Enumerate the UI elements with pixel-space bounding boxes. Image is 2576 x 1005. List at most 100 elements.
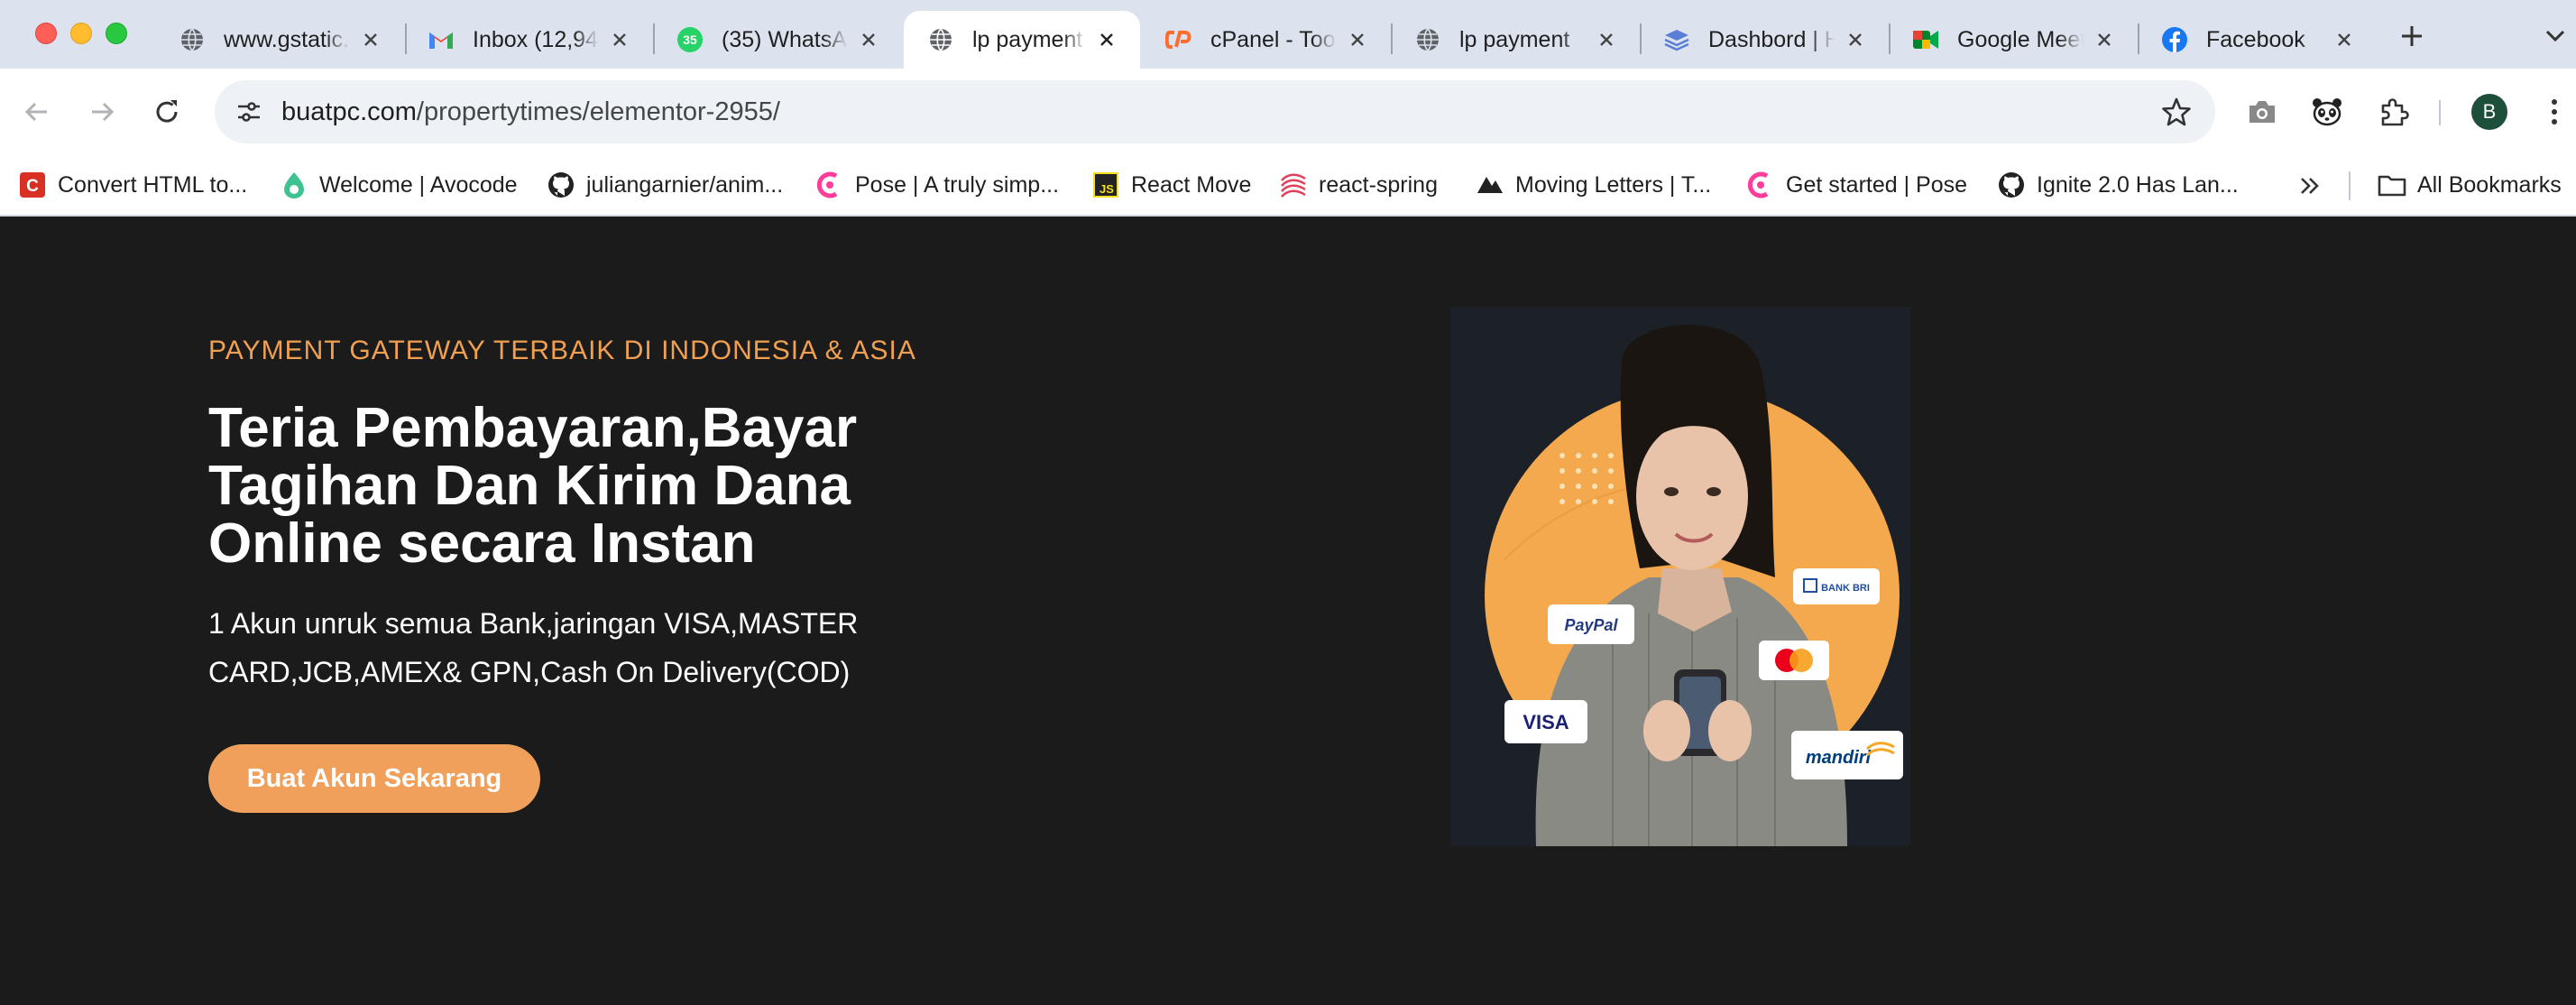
close-tab-icon[interactable] — [2331, 26, 2358, 53]
close-tab-icon[interactable] — [1093, 26, 1120, 53]
svg-text:C: C — [26, 177, 39, 196]
tab-lp-payment-active[interactable]: lp payment — [904, 11, 1140, 69]
bookmark-label: Get started | Pose — [1786, 171, 1968, 198]
back-button[interactable] — [16, 91, 58, 133]
close-tab-icon[interactable] — [1344, 26, 1371, 53]
close-tab-icon[interactable] — [2091, 26, 2118, 53]
hero-headline: Teria Pembayaran,Bayar Tagihan Dan Kirim… — [208, 397, 858, 575]
extensions-puzzle-icon[interactable] — [2372, 90, 2415, 134]
minimize-window-button[interactable] — [70, 23, 92, 44]
more-bookmarks-button[interactable] — [2292, 168, 2328, 204]
bookmark-star-icon[interactable] — [2157, 93, 2195, 131]
toolbar-divider — [2439, 100, 2441, 125]
tab-google-meet[interactable]: Google Meet — [1889, 11, 2138, 69]
gmail-icon — [428, 26, 455, 53]
tab-title: Inbox (12,945) — [473, 26, 599, 52]
url-domain: buatpc.com — [281, 97, 417, 126]
paypal-card: PayPal — [1548, 604, 1634, 644]
all-bookmarks-button[interactable]: All Bookmarks — [2378, 164, 2562, 206]
cpanel-icon — [1165, 26, 1192, 53]
react-spring-icon — [1279, 171, 1308, 199]
bookmark-pose[interactable]: Pose | A truly simp... — [815, 164, 1059, 206]
tab-cpanel[interactable]: cPanel - Tools — [1142, 11, 1391, 69]
maximize-window-button[interactable] — [106, 23, 127, 44]
svg-text:mandiri: mandiri — [1806, 748, 1872, 768]
bookmarks-divider — [2349, 171, 2351, 200]
bookmark-label: react-spring — [1319, 171, 1438, 198]
profile-avatar[interactable]: B — [2471, 94, 2507, 130]
bookmark-ignite[interactable]: Ignite 2.0 Has Lan... — [1997, 164, 2239, 206]
tab-search-button[interactable] — [2539, 20, 2571, 52]
bookmark-label: Moving Letters | T... — [1515, 171, 1712, 198]
svg-text:VISA: VISA — [1523, 711, 1569, 733]
bookmark-pose-started[interactable]: Get started | Pose — [1746, 164, 1967, 206]
tab-facebook[interactable]: Facebook — [2138, 11, 2378, 69]
hero-eyebrow: PAYMENT GATEWAY TERBAIK DI INDONESIA & A… — [208, 336, 916, 365]
arrow-left-icon — [24, 102, 47, 122]
convert-html-icon: C — [18, 171, 47, 199]
bookmark-react-move[interactable]: JS React Move — [1091, 164, 1251, 206]
close-window-button[interactable] — [35, 23, 57, 44]
globe-icon — [1414, 26, 1441, 53]
close-tab-icon[interactable] — [1842, 26, 1869, 53]
bookmarks-bar: C Convert HTML to... Welcome | Avocode j… — [0, 155, 2576, 217]
camera-icon[interactable] — [2240, 90, 2284, 134]
svg-text:BANK BRI: BANK BRI — [1821, 583, 1870, 594]
tab-gmail[interactable]: Inbox (12,945) — [404, 11, 653, 69]
panda-extension-icon[interactable] — [2305, 90, 2349, 134]
bookmark-moving-letters[interactable]: Moving Letters | T... — [1476, 164, 1711, 206]
bookmark-label: Ignite 2.0 Has Lan... — [2037, 171, 2239, 198]
svg-text:PayPal: PayPal — [1564, 616, 1618, 634]
tab-gstatic[interactable]: www.gstatic.com — [155, 11, 404, 69]
tab-lp-payment[interactable]: lp payment — [1391, 11, 1640, 69]
facebook-icon — [2161, 26, 2188, 53]
url-text[interactable]: buatpc.com/propertytimes/elementor-2955/ — [281, 97, 780, 127]
browser-toolbar: buatpc.com/propertytimes/elementor-2955/… — [0, 69, 2576, 155]
bookmark-anime-github[interactable]: juliangarnier/anim... — [547, 164, 783, 206]
bookmark-label: juliangarnier/anim... — [586, 171, 784, 198]
globe-icon — [927, 26, 954, 53]
reload-icon — [156, 100, 178, 123]
plus-icon — [2402, 26, 2422, 46]
google-meet-icon — [1912, 26, 1939, 53]
pose-icon — [815, 171, 844, 199]
whatsapp-icon: 35 — [676, 26, 704, 53]
bookmark-label: Pose | A truly simp... — [855, 171, 1060, 198]
address-bar[interactable]: buatpc.com/propertytimes/elementor-2955/ — [215, 80, 2215, 143]
close-tab-icon[interactable] — [855, 26, 882, 53]
bookmark-react-spring[interactable]: react-spring — [1279, 164, 1438, 206]
arrow-right-icon — [92, 102, 115, 122]
tab-title: lp payment — [1459, 26, 1570, 52]
mastercard-card — [1759, 641, 1829, 680]
site-settings-icon[interactable] — [227, 90, 271, 134]
bookmark-convert-html[interactable]: C Convert HTML to... — [18, 164, 247, 206]
close-tab-icon[interactable] — [1593, 26, 1620, 53]
url-path: /propertytimes/elementor-2955/ — [416, 97, 780, 126]
bank-bri-card: BANK BRI — [1793, 568, 1880, 604]
tab-title: Facebook — [2206, 26, 2305, 52]
bookmark-label: Welcome | Avocode — [319, 171, 518, 198]
reload-button[interactable] — [146, 91, 188, 133]
close-tab-icon[interactable] — [606, 26, 633, 53]
hero-subtext: 1 Akun unruk semua Bank,jaringan VISA,MA… — [208, 607, 859, 688]
tab-title: cPanel - Tools — [1210, 26, 1337, 52]
github-icon — [1997, 171, 2026, 199]
forward-button[interactable] — [81, 91, 123, 133]
close-tab-icon[interactable] — [357, 26, 384, 53]
layers-icon — [1663, 26, 1690, 53]
bookmark-avocode[interactable]: Welcome | Avocode — [280, 164, 518, 206]
new-tab-button[interactable] — [2392, 16, 2432, 56]
more-menu-icon[interactable] — [2533, 90, 2576, 134]
bookmark-label: React Move — [1131, 171, 1252, 198]
create-account-button[interactable]: Buat Akun Sekarang — [208, 744, 540, 813]
mandiri-card: mandiri — [1791, 731, 1903, 779]
tab-title: Google Meet — [1957, 26, 2084, 52]
tab-whatsapp[interactable]: 35 (35) WhatsApp — [653, 11, 902, 69]
folder-icon — [2378, 171, 2406, 199]
tab-dashboard[interactable]: Dashbord | Home — [1640, 11, 1889, 69]
svg-text:JS: JS — [1099, 182, 1114, 196]
visa-card: VISA — [1504, 700, 1587, 743]
bookmark-label: Convert HTML to... — [58, 171, 248, 198]
page-content: PAYMENT GATEWAY TERBAIK DI INDONESIA & A… — [0, 217, 2576, 1005]
tab-title: Dashbord | Home — [1708, 26, 1835, 52]
